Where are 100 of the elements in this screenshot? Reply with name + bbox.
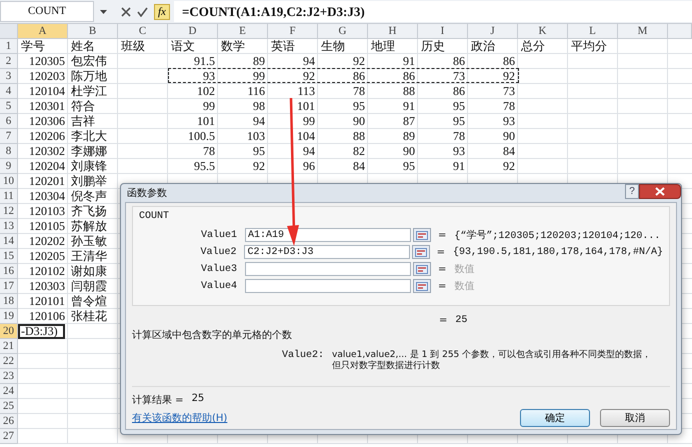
close-button[interactable] (639, 184, 681, 199)
row-header[interactable]: 8 (0, 144, 18, 159)
table-cell: 120201 (29, 174, 65, 189)
collapse-dialog-button[interactable] (413, 228, 431, 242)
table-cell: 95 (453, 99, 465, 114)
column-header[interactable]: B (68, 24, 118, 39)
table-cell: 学号 (21, 39, 45, 54)
table-cell: 78 (353, 84, 365, 99)
argument-field[interactable] (245, 262, 411, 276)
table-cell: 84 (503, 144, 515, 159)
collapse-dialog-button[interactable] (413, 262, 431, 276)
row-header[interactable]: 13 (0, 219, 18, 234)
check-icon[interactable] (137, 6, 148, 16)
table-cell: 99 (203, 99, 215, 114)
table-cell: 李北大 (71, 129, 107, 144)
row-header[interactable]: 25 (0, 399, 18, 414)
column-header[interactable]: E (218, 24, 268, 39)
row-header[interactable]: 3 (0, 69, 18, 84)
table-cell: 103 (247, 129, 265, 144)
row-header[interactable]: 27 (0, 429, 18, 444)
table-cell: 93 (503, 114, 515, 129)
argument-result: 数值 (454, 263, 474, 276)
table-cell: 张桂花 (71, 309, 107, 324)
table-cell: 孙玉敏 (71, 234, 107, 249)
column-header[interactable]: C (118, 24, 168, 39)
row-header[interactable]: 15 (0, 249, 18, 264)
argument-label: Value3 (200, 264, 237, 274)
column-header[interactable]: G (318, 24, 368, 39)
collapse-dialog-button[interactable] (413, 279, 431, 293)
row-header[interactable]: 10 (0, 174, 18, 189)
argument-label: Value4 (200, 280, 237, 292)
close-icon[interactable] (655, 187, 665, 196)
help-button[interactable]: ? (625, 184, 639, 199)
table-cell: 96 (303, 159, 315, 174)
row-header[interactable]: 7 (0, 129, 18, 144)
argument-name: Value2: (282, 350, 324, 363)
row-header[interactable]: 24 (0, 384, 18, 399)
column-header[interactable]: J (468, 24, 518, 39)
range-icon[interactable] (416, 230, 428, 240)
column-header[interactable]: H (368, 24, 418, 39)
column-header[interactable]: A (18, 24, 68, 39)
column-header[interactable]: M (618, 24, 668, 39)
row-header[interactable]: 6 (0, 114, 18, 129)
column-header[interactable]: K (518, 24, 568, 39)
table-cell: 93 (203, 69, 215, 84)
table-cell: 78 (503, 99, 515, 114)
table-cell: 95 (253, 144, 265, 159)
row-header[interactable]: 20 (0, 324, 18, 339)
row-header[interactable]: 19 (0, 309, 18, 324)
argument-label: Value2 (199, 246, 236, 258)
column-header[interactable]: F (268, 24, 318, 39)
table-cell: 王清华 (71, 249, 107, 264)
argument-field[interactable]: A1:A19 (245, 228, 411, 242)
table-cell: 95.5 (194, 159, 215, 174)
table-cell: 82 (353, 144, 365, 159)
dropdown-icon[interactable] (100, 10, 107, 14)
table-cell: 120205 (29, 249, 65, 264)
row-header[interactable]: 16 (0, 264, 18, 279)
table-cell: 86 (503, 54, 515, 69)
table-cell: 班级 (121, 39, 145, 54)
range-icon[interactable] (416, 264, 428, 274)
row-header[interactable]: 1 (0, 39, 18, 54)
column-header[interactable]: L (568, 24, 618, 39)
row-header[interactable]: 2 (0, 54, 18, 69)
argument-field[interactable] (245, 279, 411, 293)
table-cell: 总分 (521, 39, 545, 54)
table-cell: 120101 (29, 294, 65, 309)
range-icon[interactable] (414, 248, 427, 256)
row-header[interactable]: 22 (0, 354, 18, 369)
row-header[interactable]: 5 (0, 99, 18, 114)
equals-sign: = (438, 280, 446, 292)
row-header[interactable]: 14 (0, 234, 18, 249)
cancel-icon[interactable] (121, 6, 131, 16)
collapse-dialog-button[interactable] (412, 245, 430, 259)
cancel-button[interactable]: 取消 (600, 409, 670, 427)
row-header[interactable]: 12 (0, 204, 18, 219)
table-cell: 120306 (29, 114, 65, 129)
help-link[interactable]: 有关该函数的帮助(H) (132, 411, 228, 425)
cell-editor[interactable]: -D3:J3) (18, 324, 65, 339)
name-box[interactable]: COUNT (0, 1, 94, 22)
row-header[interactable]: 4 (0, 84, 18, 99)
row-header[interactable]: 17 (0, 279, 18, 294)
table-cell: 闫朝霞 (71, 279, 107, 294)
table-cell: 87 (403, 114, 415, 129)
dialog-title: 函数参数 (127, 186, 167, 200)
column-header[interactable]: D (168, 24, 218, 39)
ok-button[interactable]: 确定 (520, 409, 590, 427)
row-header[interactable]: 9 (0, 159, 18, 174)
range-icon[interactable] (416, 282, 428, 290)
table-cell: 100.5 (188, 129, 215, 144)
formula-field[interactable]: =COUNT(A1:A19,C2:J2+D3:J3) (174, 1, 692, 22)
argument-field[interactable]: C2:J2+D3:J3 (244, 245, 410, 259)
row-header[interactable]: 26 (0, 414, 18, 429)
row-header[interactable]: 18 (0, 294, 18, 309)
insert-function-button[interactable]: fx (154, 4, 170, 20)
row-header[interactable]: 21 (0, 339, 18, 354)
column-header[interactable]: I (418, 24, 468, 39)
row-header[interactable]: 11 (0, 189, 18, 204)
row-header[interactable]: 23 (0, 369, 18, 384)
table-cell: 120302 (29, 144, 65, 159)
